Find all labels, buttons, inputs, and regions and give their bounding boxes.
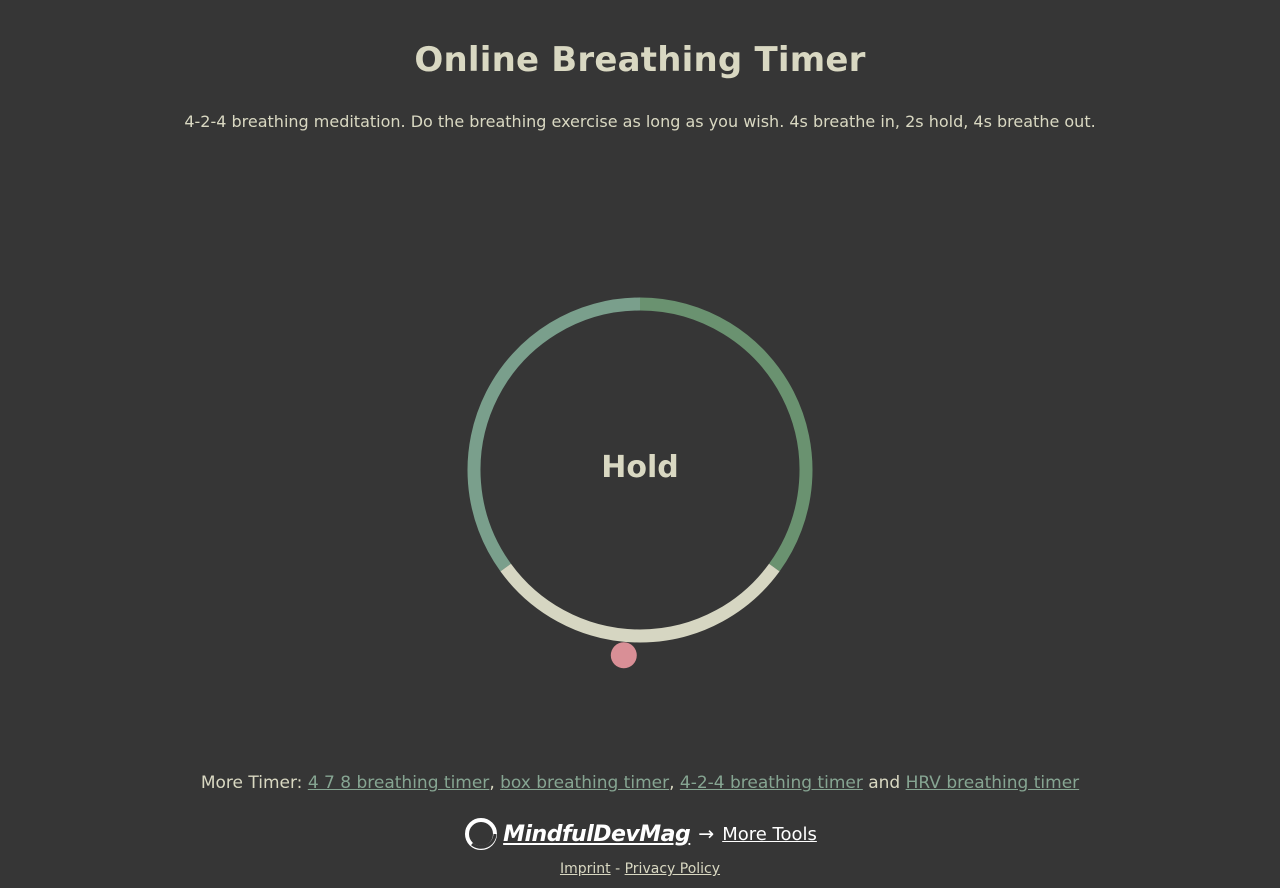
- link-424-timer[interactable]: 4-2-4 breathing timer: [680, 773, 863, 793]
- logo-icon: [465, 818, 498, 850]
- link-hrv-timer[interactable]: HRV breathing timer: [906, 773, 1080, 793]
- page: Online Breathing Timer 4-2-4 breathing m…: [0, 0, 1280, 888]
- more-tools-link[interactable]: More Tools: [722, 824, 817, 845]
- legal-links: Imprint - Privacy Policy: [0, 861, 1280, 877]
- breathe-out-arc: [639, 297, 813, 572]
- progress-indicator: [610, 642, 637, 669]
- arrow-icon: →: [698, 823, 715, 845]
- link-478-timer[interactable]: 4 7 8 breathing timer: [308, 773, 489, 793]
- privacy-policy-link[interactable]: Privacy Policy: [625, 861, 720, 877]
- link-box-timer[interactable]: box breathing timer: [500, 773, 669, 793]
- legal-separator: -: [615, 861, 621, 877]
- breathing-circle: [467, 297, 813, 669]
- separator: ,: [669, 773, 675, 793]
- more-timer-prefix: More Timer:: [200, 773, 303, 793]
- page-description: 4-2-4 breathing meditation. Do the breat…: [184, 112, 1096, 131]
- conjunction: and: [868, 773, 901, 793]
- breathing-timer: Hold: [460, 290, 820, 690]
- imprint-link[interactable]: Imprint: [560, 861, 611, 877]
- more-timer-links: More Timer: 4 7 8 breathing timer, box b…: [0, 773, 1280, 793]
- brand-row: MindfulDevMag → More Tools: [0, 816, 1280, 852]
- logo-text: MindfulDevMag: [503, 821, 691, 847]
- breathe-in-arc: [467, 297, 641, 572]
- page-title: Online Breathing Timer: [414, 40, 866, 80]
- mindfuldevmag-logo[interactable]: MindfulDevMag: [463, 816, 691, 852]
- separator: ,: [489, 773, 495, 793]
- phase-label: Hold: [601, 450, 679, 485]
- hold-arc: [500, 563, 780, 643]
